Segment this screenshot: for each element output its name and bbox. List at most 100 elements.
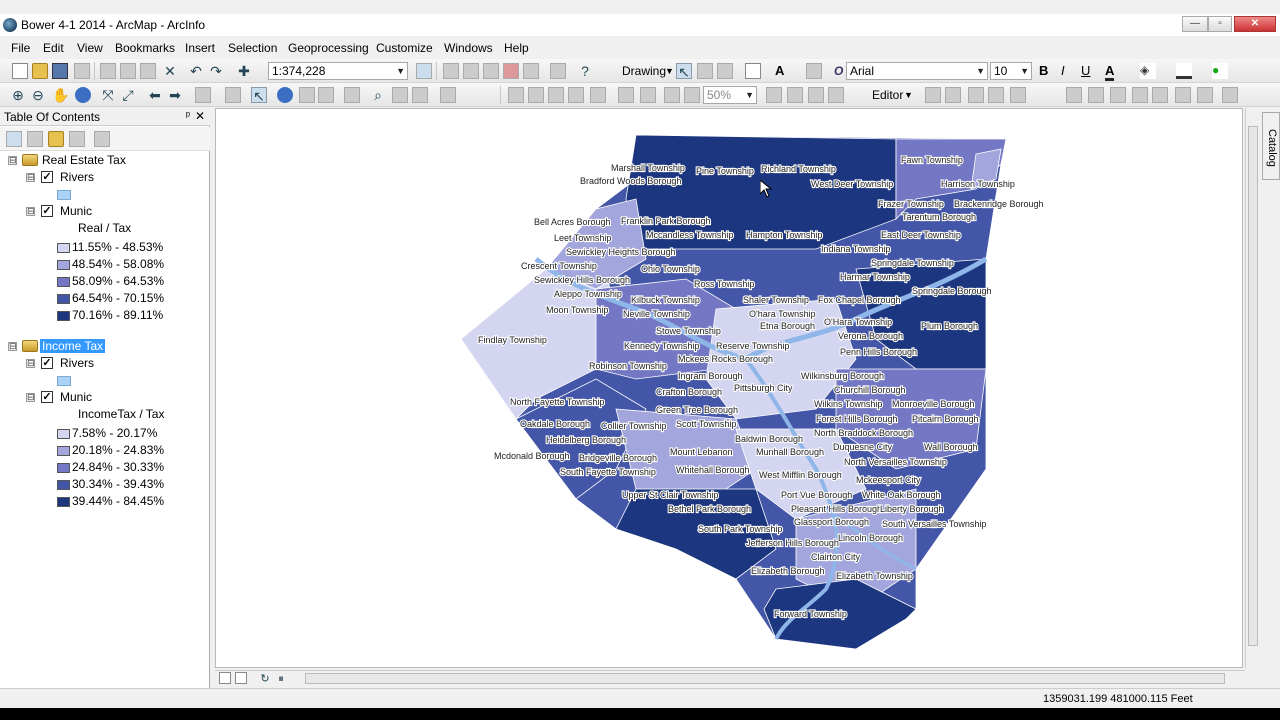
horizontal-scroll-thumb[interactable] xyxy=(305,673,1225,684)
zoom-out-icon[interactable]: ⊖ xyxy=(30,87,46,103)
fixed-zoom-out-icon[interactable]: ⤢ xyxy=(120,87,136,103)
sketch-properties-icon[interactable] xyxy=(1197,87,1213,103)
rivers-symbol-swatch[interactable] xyxy=(57,376,71,386)
bold-button[interactable]: B xyxy=(1039,63,1048,78)
expand-collapse-icon[interactable]: ⊟ xyxy=(26,359,35,368)
edit-annotation-icon[interactable] xyxy=(945,87,961,103)
layer-rivers[interactable]: Rivers xyxy=(60,356,94,372)
list-by-selection-icon[interactable] xyxy=(69,131,85,147)
drawing-menu[interactable]: Drawing xyxy=(622,64,666,78)
legend-swatch[interactable] xyxy=(57,480,70,490)
hyperlink-icon[interactable] xyxy=(299,87,315,103)
munic-visibility-checkbox[interactable]: ✓ xyxy=(41,391,53,403)
paste-icon[interactable] xyxy=(140,63,156,79)
zoom-whole-page-icon[interactable] xyxy=(568,87,584,103)
data-driven-pages-icon[interactable] xyxy=(828,87,844,103)
vertical-scroll-thumb[interactable] xyxy=(1248,126,1258,646)
full-extent-globe-icon[interactable] xyxy=(75,87,91,103)
editor-toolbar-icon[interactable] xyxy=(416,63,432,79)
fixed-zoom-in-icon[interactable]: ⤧ xyxy=(100,87,116,103)
minimize-button[interactable]: — xyxy=(1182,16,1208,32)
layout-pan-icon[interactable] xyxy=(548,87,564,103)
choropleth-map[interactable]: Marshall Township Pine Township Richland T… xyxy=(216,109,1242,667)
marker-color-icon[interactable]: ● xyxy=(1212,63,1228,79)
legend-swatch[interactable] xyxy=(57,311,70,321)
forward-extent-icon[interactable]: ➡ xyxy=(167,87,183,103)
menu-selection[interactable]: Selection xyxy=(228,41,277,55)
trace-icon[interactable] xyxy=(1010,87,1026,103)
redo-icon[interactable]: ↷ xyxy=(208,63,224,79)
legend-swatch[interactable] xyxy=(57,294,70,304)
undo-icon[interactable]: ↶ xyxy=(188,63,204,79)
select-features-icon[interactable] xyxy=(195,87,211,103)
html-popup-icon[interactable] xyxy=(318,87,334,103)
menu-customize[interactable]: Customize xyxy=(376,41,433,55)
catalog-side-tab[interactable]: Catalog xyxy=(1262,112,1280,180)
layer-munic[interactable]: Munic xyxy=(60,204,92,220)
map-vertical-scrollbar[interactable] xyxy=(1245,108,1259,668)
refresh-icon[interactable]: ↻ xyxy=(257,671,273,687)
legend-swatch[interactable] xyxy=(57,260,70,270)
rivers-symbol-swatch[interactable] xyxy=(57,190,71,200)
back-extent-icon[interactable]: ⬅ xyxy=(147,87,163,103)
data-frame-income-tax[interactable]: Income Tax xyxy=(40,339,106,355)
whats-this-help-icon[interactable]: ? xyxy=(577,63,593,79)
change-layout-icon[interactable] xyxy=(808,87,824,103)
layer-rivers[interactable]: Rivers xyxy=(60,170,94,186)
cut-polygons-icon[interactable] xyxy=(1110,87,1126,103)
list-by-source-icon[interactable] xyxy=(27,131,43,147)
toc-options-icon[interactable] xyxy=(94,131,110,147)
straight-segment-icon[interactable] xyxy=(968,87,984,103)
layout-zoom-out-icon[interactable] xyxy=(528,87,544,103)
font-size-combo[interactable]: 10 ▼ xyxy=(990,62,1032,80)
create-features-icon[interactable] xyxy=(1222,87,1238,103)
rectangle-tool-icon[interactable] xyxy=(745,63,761,79)
legend-swatch[interactable] xyxy=(57,463,70,473)
pan-hand-icon[interactable]: ✋ xyxy=(52,87,69,103)
rivers-visibility-checkbox[interactable]: ✓ xyxy=(41,357,53,369)
data-view-icon[interactable] xyxy=(235,672,247,684)
fill-color-icon[interactable]: ◈ xyxy=(1140,63,1156,79)
attributes-icon[interactable] xyxy=(1175,87,1191,103)
legend-swatch[interactable] xyxy=(57,429,70,439)
menu-bookmarks[interactable]: Bookmarks xyxy=(115,41,175,55)
rotate-icon[interactable] xyxy=(697,63,713,79)
reshape-feature-icon[interactable] xyxy=(1088,87,1104,103)
python-window-icon[interactable] xyxy=(523,63,539,79)
font-name-combo[interactable]: Arial ▼ xyxy=(846,62,988,80)
zoom-to-selected-elements-icon[interactable] xyxy=(717,63,733,79)
select-elements-arrow-icon[interactable]: ↖ xyxy=(251,87,267,104)
layer-munic[interactable]: Munic xyxy=(60,390,92,406)
menu-insert[interactable]: Insert xyxy=(185,41,215,55)
expand-collapse-icon[interactable]: ⊟ xyxy=(26,207,35,216)
map-data-view[interactable]: Marshall Township Pine Township Richland T… xyxy=(215,108,1243,668)
go-back-extent-layout-icon[interactable] xyxy=(664,87,680,103)
legend-swatch[interactable] xyxy=(57,277,70,287)
auto-hide-pin-icon[interactable]: ᵖ xyxy=(186,110,190,122)
underline-button[interactable]: U xyxy=(1081,63,1090,78)
edit-tool-icon[interactable] xyxy=(925,87,941,103)
data-frame-real-estate-tax[interactable]: Real Estate Tax xyxy=(42,153,126,169)
expand-collapse-icon[interactable]: ⊟ xyxy=(26,393,35,402)
rotate-editor-icon[interactable] xyxy=(1152,87,1168,103)
menu-file[interactable]: File xyxy=(11,41,30,55)
font-color-icon[interactable]: A xyxy=(1105,63,1115,81)
rivers-visibility-checkbox[interactable]: ✓ xyxy=(41,171,53,183)
munic-visibility-checkbox[interactable]: ✓ xyxy=(41,205,53,217)
print-icon[interactable] xyxy=(74,63,90,79)
search-window-icon[interactable] xyxy=(483,63,499,79)
catalog-window-icon[interactable] xyxy=(463,63,479,79)
edit-vertices-editor-icon[interactable] xyxy=(1066,87,1082,103)
line-color-icon[interactable] xyxy=(1176,63,1192,79)
menu-geoprocessing[interactable]: Geoprocessing xyxy=(288,41,369,55)
measure-icon[interactable] xyxy=(344,87,360,103)
go-to-xy-icon[interactable] xyxy=(412,87,428,103)
find-binoculars-icon[interactable]: ⌕ xyxy=(370,87,386,103)
menu-windows[interactable]: Windows xyxy=(444,41,493,55)
delete-icon[interactable]: ✕ xyxy=(162,63,178,79)
legend-swatch[interactable] xyxy=(57,446,70,456)
copy-icon[interactable] xyxy=(120,63,136,79)
map-scale-combo[interactable]: 1:374,228 ▼ xyxy=(268,62,408,80)
pause-drawing-icon[interactable]: ⏸ xyxy=(273,671,289,687)
legend-swatch[interactable] xyxy=(57,497,70,507)
